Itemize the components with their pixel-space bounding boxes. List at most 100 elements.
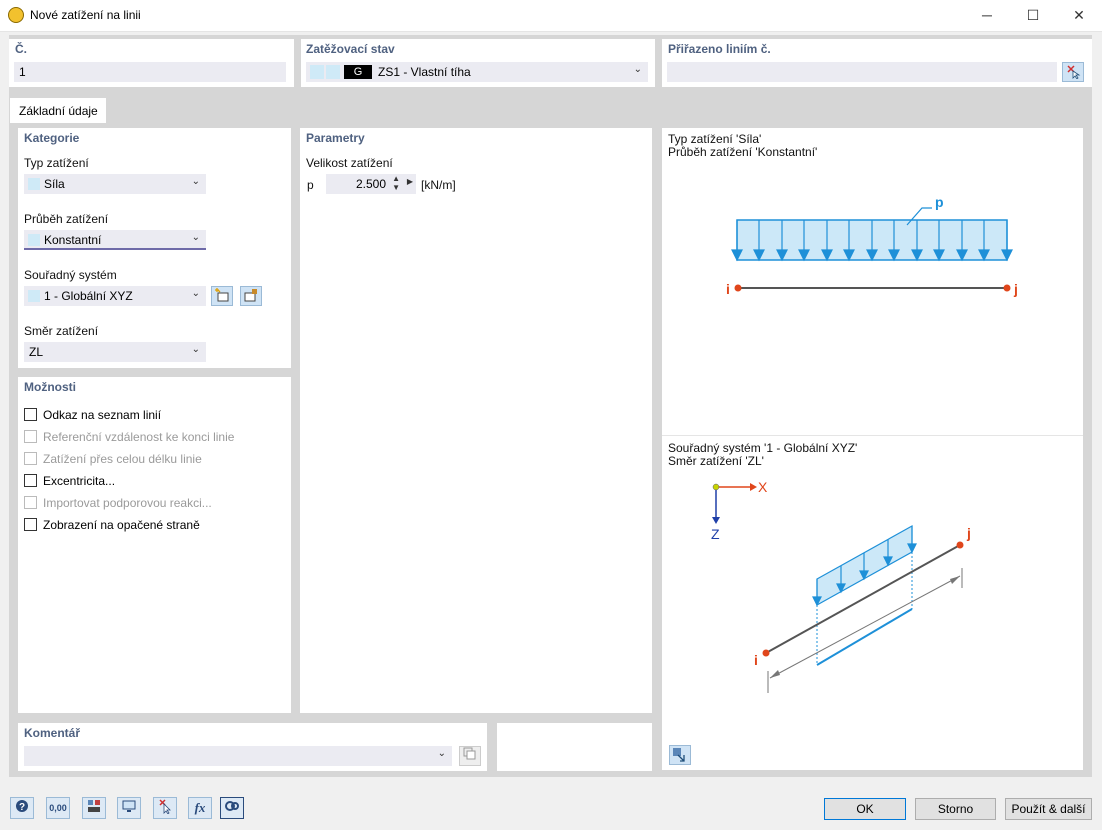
option-full-length-label: Zatížení přes celou délku linie [43, 452, 202, 466]
i-label: i [726, 281, 730, 297]
copy-icon [463, 747, 476, 760]
svg-text:?: ? [19, 802, 25, 813]
j-label: j [1013, 281, 1018, 297]
number-field[interactable]: 1 [14, 62, 286, 82]
view-icon[interactable] [117, 797, 141, 819]
load-type-value: Síla [44, 177, 65, 191]
chevron-down-icon: ⌄ [191, 344, 200, 355]
edit-coordsys-icon [244, 289, 257, 302]
p-label: p [935, 194, 944, 210]
node-j [1003, 284, 1011, 292]
tab-basic-data-label: Základní údaje [19, 104, 98, 118]
distribution-value: Konstantní [44, 233, 102, 247]
cancel-button[interactable]: Storno [915, 798, 996, 820]
option-eccentricity-checkbox[interactable] [24, 474, 37, 487]
settings-icon[interactable] [220, 797, 244, 819]
magnitude-value: 2.500 [355, 177, 386, 191]
option-full-length-checkbox[interactable] [24, 452, 37, 465]
option-line-list-checkbox[interactable] [24, 408, 37, 421]
preview-options-button[interactable] [669, 745, 691, 765]
chevron-down-icon: ⌄ [633, 64, 642, 75]
3d-i-label: i [754, 652, 758, 668]
number-panel: Č. 1 [9, 39, 294, 87]
preview-distribution: Průběh zatížení 'Konstantní' [668, 145, 818, 159]
parameters-panel: Parametry Velikost zatížení p 2.500 ▲ ▼ ▶… [300, 128, 652, 713]
preview-divider [662, 435, 1083, 436]
assigned-panel: Přiřazeno liniím č. [662, 39, 1092, 87]
title-bar: Nové zatížení na linii ─ ☐ ✕ [0, 0, 1102, 32]
select-lines-button[interactable] [1062, 62, 1084, 82]
magnitude-symbol: p [307, 178, 314, 192]
help-icon[interactable]: ? [10, 797, 34, 819]
direction-select[interactable]: ZL ⌄ [24, 342, 206, 362]
option-import-reaction-checkbox[interactable] [24, 496, 37, 509]
option-opposite-side-label: Zobrazení na opačené straně [43, 518, 200, 532]
tab-basic-data[interactable]: Základní údaje [9, 97, 107, 123]
3d-j-label: j [966, 525, 971, 541]
chevron-down-icon: ⌄ [437, 748, 446, 759]
load-type-label: Typ zatížení [24, 156, 89, 170]
chevron-down-icon: ⌄ [191, 232, 200, 243]
loadcase-select[interactable]: G ZS1 - Vlastní tíha ⌄ [306, 62, 648, 82]
number-value: 1 [19, 65, 26, 79]
direction-value: ZL [29, 345, 44, 359]
distribution-select[interactable]: Konstantní ⌄ [24, 230, 206, 250]
view-options-icon [673, 748, 685, 762]
options-title: Možnosti [24, 380, 76, 394]
loadcase-label: Zatěžovací stav [306, 42, 395, 56]
category-panel: Kategorie Typ zatížení Síla ⌄ Průběh zat… [18, 128, 291, 368]
new-coord-system-button[interactable] [211, 286, 233, 306]
option-ref-distance-checkbox[interactable] [24, 430, 37, 443]
maximize-button[interactable]: ☐ [1010, 0, 1056, 31]
spinner-icon[interactable]: ▲ ▼ [392, 174, 400, 192]
loadcase-tag: G [344, 65, 372, 79]
coord-system-value: 1 - Globální XYZ [44, 289, 133, 303]
empty-panel [497, 723, 652, 771]
assigned-label: Přiřazeno liniím č. [668, 42, 771, 56]
loadcase-value: ZS1 - Vlastní tíha [378, 65, 471, 79]
load-type-select[interactable]: Síla ⌄ [24, 174, 206, 194]
comment-input[interactable]: ⌄ [24, 746, 452, 766]
option-opposite-side-checkbox[interactable] [24, 518, 37, 531]
coord-swatch [28, 290, 40, 302]
comment-copy-button[interactable] [459, 746, 481, 766]
assigned-lines-input[interactable] [667, 62, 1057, 82]
distribution-swatch [28, 234, 40, 246]
comment-title: Komentář [24, 726, 81, 740]
option-line-list-label: Odkaz na seznam linií [43, 408, 162, 422]
parameters-title: Parametry [306, 131, 365, 145]
number-label: Č. [15, 42, 27, 56]
preview-direction: Směr zatížení 'ZL' [668, 454, 764, 468]
x-axis-label: X [758, 479, 768, 495]
function-icon[interactable]: fx [188, 797, 212, 819]
loadcase-color-2 [326, 65, 340, 79]
loadcase-color-1 [310, 65, 324, 79]
coordinate-system-diagram: X Z i j [711, 479, 971, 693]
options-panel: Možnosti Odkaz na seznam linií Referenčn… [18, 377, 291, 713]
coord-system-label: Souřadný systém [24, 268, 117, 282]
node-i [734, 284, 742, 292]
cursor-icon[interactable] [153, 797, 177, 819]
minimize-button[interactable]: ─ [964, 0, 1010, 31]
chevron-down-icon: ⌄ [191, 176, 200, 187]
coord-system-select[interactable]: 1 - Globální XYZ ⌄ [24, 286, 206, 306]
magnitude-unit: [kN/m] [421, 178, 456, 192]
ok-button[interactable]: OK [824, 798, 906, 820]
category-title: Kategorie [24, 131, 80, 145]
edit-coord-system-button[interactable] [240, 286, 262, 306]
window-title: Nové zatížení na linii [30, 8, 141, 22]
option-ref-distance-label: Referenční vzdálenost ke konci linie [43, 430, 235, 444]
magnitude-input[interactable]: 2.500 ▲ ▼ ▶ [326, 174, 416, 194]
units-icon[interactable] [82, 797, 106, 819]
comment-panel: Komentář ⌄ [18, 723, 487, 771]
preview-load-type: Typ zatížení 'Síla' [668, 132, 762, 146]
z-axis-label: Z [711, 526, 720, 542]
option-eccentricity-label: Excentricita... [43, 474, 116, 488]
decimal-icon[interactable]: 0,00 [46, 797, 70, 819]
preview-coord-system: Souřadný systém '1 - Globální XYZ' [668, 441, 858, 455]
magnitude-label: Velikost zatížení [306, 156, 393, 170]
apply-next-button[interactable]: Použít & další [1005, 798, 1092, 820]
app-icon [8, 7, 24, 23]
close-button[interactable]: ✕ [1056, 0, 1102, 31]
expand-arrow-icon[interactable]: ▶ [407, 177, 413, 186]
